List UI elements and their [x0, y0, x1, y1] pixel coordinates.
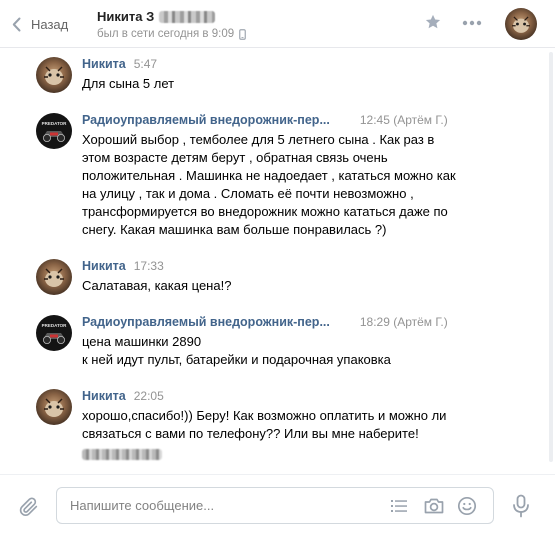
- message-time[interactable]: 12:45 (Артём Г.): [360, 113, 448, 127]
- redacted-phone-number: [82, 448, 162, 460]
- message-line: Хороший выбор , темболее для 5 летнего с…: [82, 132, 435, 147]
- message-line: цена машинки 2890: [82, 334, 202, 349]
- peer-name[interactable]: Никита З: [97, 9, 216, 24]
- animal-photo-avatar-icon: [36, 57, 72, 93]
- microphone-icon[interactable]: [511, 494, 531, 518]
- message-text: хорошо,спасибо!)) Беру! Как возможно опл…: [82, 407, 506, 461]
- message-author[interactable]: Никита: [82, 259, 126, 273]
- message-line: связаться с вами по телефону?? Или вы мн…: [82, 426, 419, 441]
- message-time[interactable]: 5:47: [134, 57, 157, 71]
- back-label: Назад: [31, 16, 69, 32]
- message-text: Салатавая, какая цена!?: [82, 277, 506, 295]
- predator-car-logo-icon: PREDATOR: [36, 315, 72, 351]
- avatar[interactable]: PREDATOR: [36, 113, 72, 149]
- animal-photo-avatar-icon: [36, 389, 72, 425]
- message-line: этом возрасте детям берут , обратная свя…: [82, 150, 388, 165]
- message-line: на улицу , так и дома . Сломать её почти…: [82, 186, 414, 201]
- message-time[interactable]: 18:29 (Артём Г.): [360, 315, 448, 329]
- message-text: цена машинки 2890 к ней идут пульт, бата…: [82, 333, 506, 369]
- message-item: Никита 22:05 хорошо,спасибо!)) Беру! Как…: [36, 389, 506, 461]
- message-author[interactable]: Радиоуправляемый внедорожник-пер...: [82, 113, 330, 127]
- more-dots-icon[interactable]: [462, 20, 482, 26]
- message-item: PREDATOR Радиоуправляемый внедорожник-пе…: [36, 315, 506, 369]
- camera-icon[interactable]: [423, 496, 445, 516]
- message-line: к ней идут пульт, батарейки и подарочная…: [82, 352, 391, 367]
- message-author[interactable]: Никита: [82, 389, 126, 403]
- message-item: PREDATOR Радиоуправляемый внедорожник-пе…: [36, 113, 506, 239]
- redacted-surname: [159, 10, 216, 23]
- animal-photo-avatar-icon: [505, 8, 537, 40]
- paperclip-icon[interactable]: [18, 495, 40, 519]
- message-line: трансформируется во внедорожник можно ка…: [82, 204, 448, 219]
- avatar[interactable]: PREDATOR: [36, 315, 72, 351]
- animal-photo-avatar-icon: [36, 259, 72, 295]
- scrollbar[interactable]: [549, 52, 553, 462]
- star-icon[interactable]: [424, 13, 442, 31]
- peer-avatar[interactable]: [505, 8, 537, 40]
- peer-name-text: Никита З: [97, 9, 155, 24]
- message-composer: [0, 474, 555, 535]
- message-time[interactable]: 22:05: [134, 389, 164, 403]
- predator-car-logo-icon: PREDATOR: [36, 113, 72, 149]
- online-status: был в сети сегодня в 9:09: [97, 28, 246, 40]
- smile-icon[interactable]: [457, 496, 477, 516]
- message-text: Хороший выбор , темболее для 5 летнего с…: [82, 131, 506, 239]
- message-author[interactable]: Никита: [82, 57, 126, 71]
- message-text: Для сына 5 лет: [82, 75, 506, 93]
- message-item: Никита 17:33 Салатавая, какая цена!?: [36, 259, 506, 295]
- message-input[interactable]: [70, 488, 370, 523]
- svg-text:PREDATOR: PREDATOR: [42, 323, 68, 328]
- message-time[interactable]: 17:33: [134, 259, 164, 273]
- message-input-box: [56, 487, 494, 524]
- back-button[interactable]: Назад: [12, 12, 68, 36]
- avatar[interactable]: [36, 57, 72, 93]
- message-line: Салатавая, какая цена!?: [82, 278, 232, 293]
- status-text: был в сети сегодня в 9:09: [97, 28, 235, 40]
- message-item: Никита 5:47 Для сына 5 лет: [36, 57, 506, 93]
- message-author[interactable]: Радиоуправляемый внедорожник-пер...: [82, 315, 330, 329]
- message-line: положительная . Машинка не надоедает , к…: [82, 168, 456, 183]
- message-line: снегу. Какая машинка вам больше понравил…: [82, 222, 387, 237]
- chevron-left-icon: [12, 17, 21, 31]
- avatar[interactable]: [36, 389, 72, 425]
- svg-text:PREDATOR: PREDATOR: [42, 121, 68, 126]
- avatar[interactable]: [36, 259, 72, 295]
- message-line: Для сына 5 лет: [82, 76, 175, 91]
- message-line: хорошо,спасибо!)) Беру! Как возможно опл…: [82, 408, 447, 423]
- chat-header: Назад Никита З был в сети сегодня в 9:09: [0, 0, 555, 48]
- mobile-phone-icon: [239, 28, 246, 40]
- list-icon[interactable]: [389, 496, 409, 516]
